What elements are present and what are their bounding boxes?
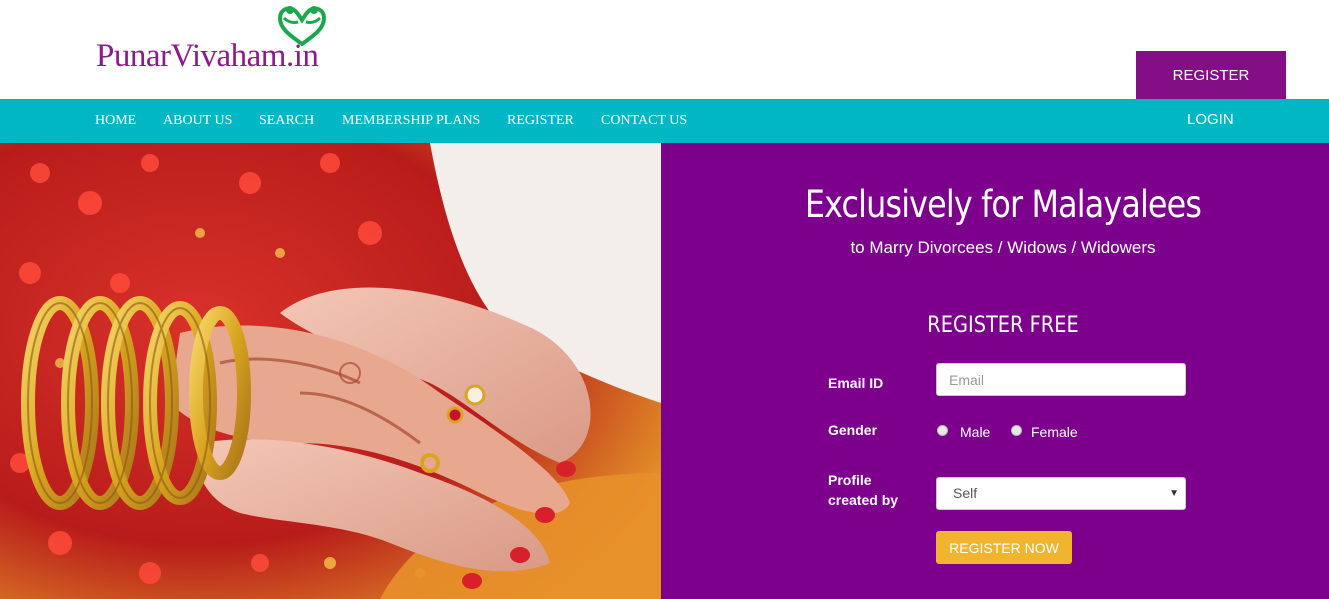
profile-selected-value: Self <box>953 485 978 501</box>
gender-female-radio[interactable] <box>1011 425 1022 436</box>
nav-item-register[interactable]: REGISTER <box>507 99 574 143</box>
nav-item-membership-plans[interactable]: MEMBERSHIP PLANS <box>342 99 480 143</box>
hero-illustration <box>0 143 661 599</box>
gender-male-label[interactable]: Male <box>960 424 990 440</box>
panel-headline: Exclusively for Malayalees <box>804 183 1202 226</box>
wedding-hands-photo <box>0 143 661 599</box>
email-field[interactable] <box>936 363 1186 396</box>
chevron-down-icon: ▼ <box>1169 488 1179 499</box>
registration-panel: Exclusively for Malayalees to Marry Divo… <box>661 143 1329 599</box>
main-nav: HOME ABOUT US SEARCH MEMBERSHIP PLANS RE… <box>0 99 1329 143</box>
gender-male-radio[interactable] <box>937 425 948 436</box>
panel-subheadline: to Marry Divorcees / Widows / Widowers <box>850 238 1156 257</box>
profile-created-by-select[interactable]: Self ▼ <box>936 477 1186 510</box>
profile-label-line2: created by <box>828 492 899 508</box>
email-label: Email ID <box>828 375 884 391</box>
header-register-button[interactable]: REGISTER <box>1136 51 1286 99</box>
nav-item-about-us[interactable]: ABOUT US <box>163 99 232 143</box>
nav-item-home[interactable]: HOME <box>95 99 136 143</box>
gender-female-label[interactable]: Female <box>1031 424 1078 440</box>
form-title: REGISTER FREE <box>927 313 1079 338</box>
login-link[interactable]: LOGIN <box>1187 99 1234 143</box>
site-header: PunarVivaham.in REGISTER <box>0 0 1329 99</box>
nav-item-search[interactable]: SEARCH <box>259 99 314 143</box>
register-now-button[interactable]: REGISTER NOW <box>936 531 1072 564</box>
hearts-couple-icon <box>277 6 327 46</box>
profile-label-line1: Profile <box>828 472 872 488</box>
site-logo[interactable]: PunarVivaham.in <box>96 6 366 78</box>
nav-item-contact-us[interactable]: CONTACT US <box>601 99 687 143</box>
gender-label: Gender <box>828 422 878 438</box>
